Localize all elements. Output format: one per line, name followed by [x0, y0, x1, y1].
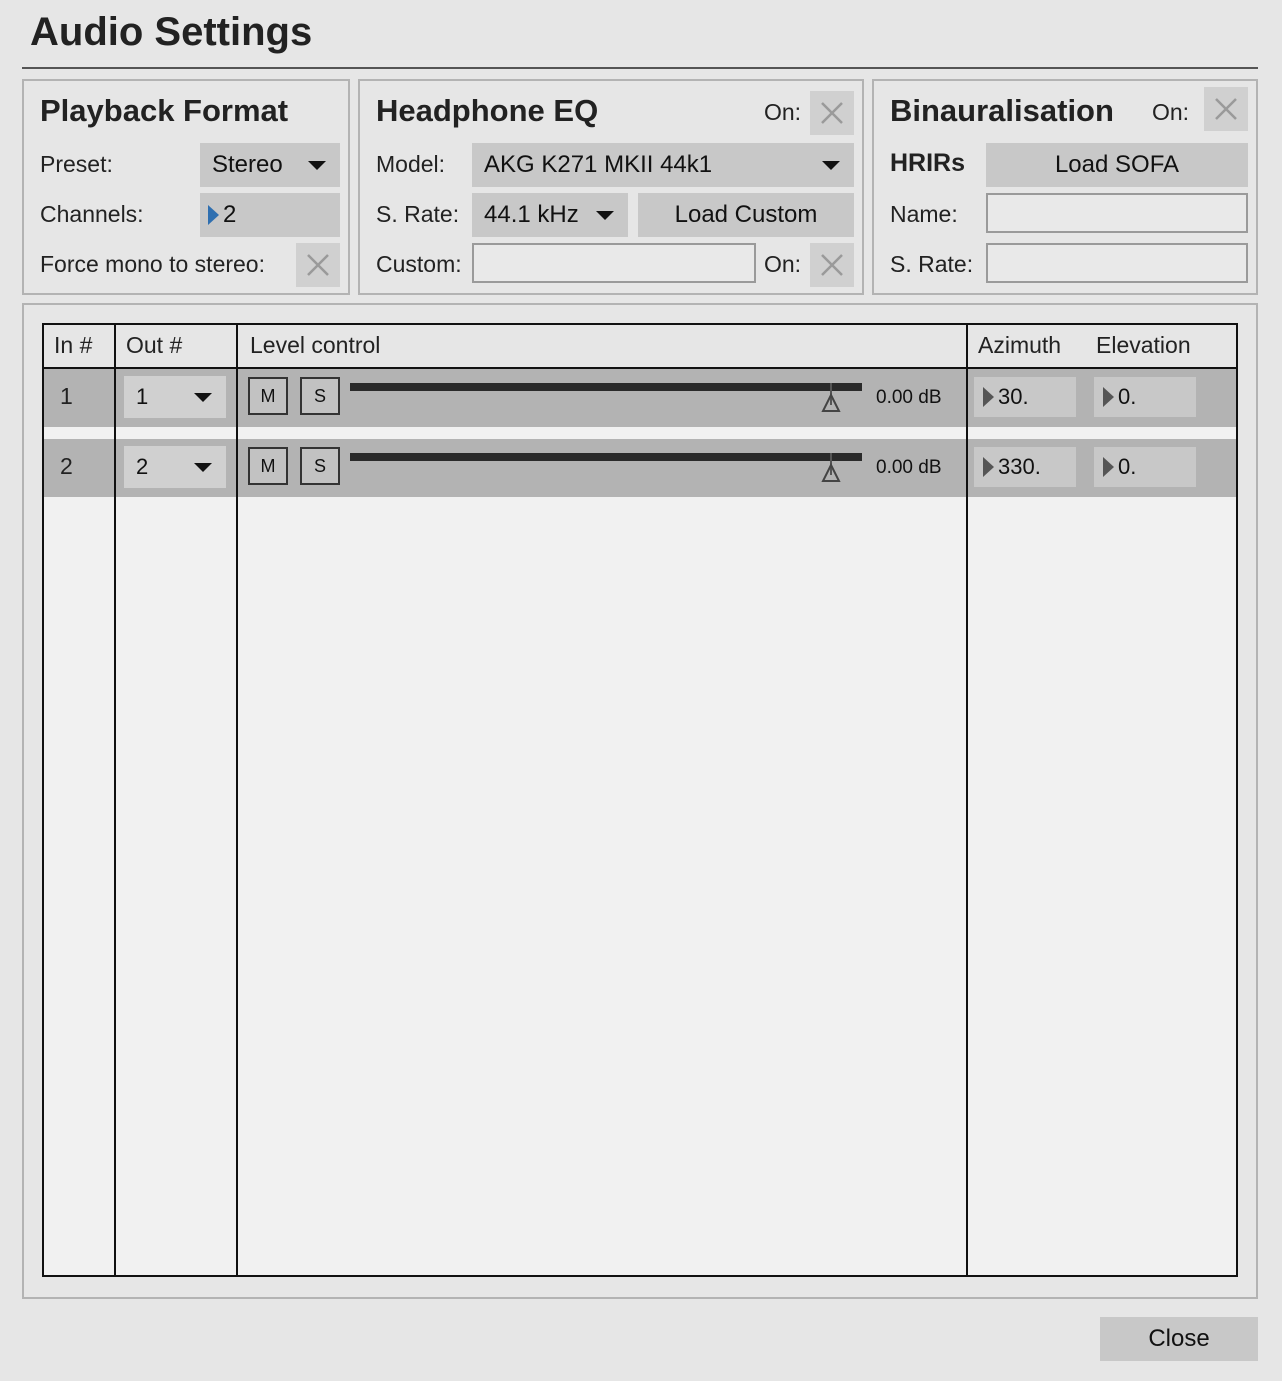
chevron-down-icon	[822, 161, 840, 170]
channel-table: In # Out # Level control Azimuth Elevati…	[42, 323, 1238, 1277]
header-out: Out #	[126, 332, 183, 358]
azimuth-number-box[interactable]: 30.	[974, 377, 1076, 417]
chevron-down-icon	[596, 211, 614, 220]
binauralisation-panel: Binauralisation On: HRIRs Load SOFA Name…	[872, 79, 1258, 295]
hrir-name-field[interactable]	[986, 193, 1248, 233]
column-divider	[114, 325, 116, 1275]
headphone-eq-on-toggle[interactable]	[810, 91, 854, 135]
close-icon	[307, 254, 329, 276]
close-icon	[1215, 98, 1237, 120]
chevron-down-icon	[194, 463, 212, 472]
custom-on-label: On:	[764, 251, 802, 277]
row-out-value: 1	[136, 384, 149, 409]
headphone-eq-on-label: On:	[764, 99, 802, 125]
binauralisation-on-toggle[interactable]	[1204, 87, 1248, 131]
preset-dropdown[interactable]: Stereo	[200, 143, 340, 187]
row-out-dropdown[interactable]: 1	[124, 376, 226, 418]
table-row: 1 1 M S 0.00 dB 30. 0.	[44, 369, 1236, 427]
play-arrow-icon	[1103, 457, 1114, 477]
header-level: Level control	[250, 332, 381, 358]
headphone-eq-panel: Headphone EQ On: Model: AKG K271 MKII 44…	[358, 79, 864, 295]
slider-marker-icon	[821, 393, 841, 412]
preset-value: Stereo	[212, 151, 283, 178]
azimuth-value: 330.	[998, 454, 1041, 479]
preset-label: Preset:	[40, 151, 113, 177]
mute-button[interactable]: M	[248, 447, 288, 485]
play-arrow-icon	[1103, 387, 1114, 407]
load-sofa-button[interactable]: Load SOFA	[986, 143, 1248, 187]
column-divider	[236, 325, 238, 1275]
headphone-srate-dropdown[interactable]: 44.1 kHz	[472, 193, 628, 237]
binauralisation-title: Binauralisation	[890, 93, 1114, 128]
play-arrow-icon	[208, 205, 219, 225]
play-arrow-icon	[983, 387, 994, 407]
elevation-value: 0.	[1118, 454, 1137, 479]
close-icon	[821, 102, 843, 124]
load-custom-button[interactable]: Load Custom	[638, 193, 854, 237]
playback-format-title: Playback Format	[40, 93, 289, 128]
row-in-number: 2	[60, 453, 73, 479]
header-azimuth: Azimuth	[978, 332, 1062, 358]
page-title: Audio Settings	[30, 10, 313, 54]
close-icon	[821, 254, 843, 276]
channels-label: Channels:	[40, 201, 144, 227]
force-mono-toggle[interactable]	[296, 243, 340, 287]
table-row: 2 2 M S 0.00 dB 330. 0.	[44, 439, 1236, 497]
title-divider	[22, 67, 1258, 69]
mute-button[interactable]: M	[248, 377, 288, 415]
chevron-down-icon	[194, 393, 212, 402]
solo-button[interactable]: S	[300, 377, 340, 415]
model-value: AKG K271 MKII 44k1	[484, 151, 713, 178]
headphone-srate-value: 44.1 kHz	[484, 201, 579, 228]
close-button[interactable]: Close	[1100, 1317, 1258, 1361]
custom-field[interactable]	[472, 243, 756, 283]
level-slider[interactable]	[350, 383, 862, 391]
column-divider	[966, 325, 968, 1275]
hrirs-label: HRIRs	[890, 149, 966, 177]
headphone-eq-title: Headphone EQ	[376, 93, 599, 128]
row-out-value: 2	[136, 454, 149, 479]
headphone-srate-label: S. Rate:	[376, 201, 460, 227]
table-header: In # Out # Level control Azimuth Elevati…	[44, 325, 1236, 369]
row-out-dropdown[interactable]: 2	[124, 446, 226, 488]
force-mono-label: Force mono to stereo:	[40, 251, 265, 277]
header-elevation: Elevation	[1096, 332, 1191, 358]
solo-button[interactable]: S	[300, 447, 340, 485]
elevation-number-box[interactable]: 0.	[1094, 447, 1196, 487]
hrir-srate-field[interactable]	[986, 243, 1248, 283]
elevation-value: 0.	[1118, 384, 1137, 409]
azimuth-number-box[interactable]: 330.	[974, 447, 1076, 487]
model-dropdown[interactable]: AKG K271 MKII 44k1	[472, 143, 854, 187]
header-in: In #	[54, 332, 93, 358]
playback-format-panel: Playback Format Preset: Stereo Channels:…	[22, 79, 350, 295]
hrir-name-label: Name:	[890, 201, 958, 227]
slider-marker-icon	[821, 463, 841, 482]
custom-on-toggle[interactable]	[810, 243, 854, 287]
level-db-readout: 0.00 dB	[876, 457, 942, 478]
row-in-number: 1	[60, 383, 73, 409]
channels-value: 2	[223, 201, 237, 228]
play-arrow-icon	[983, 457, 994, 477]
hrir-srate-label: S. Rate:	[890, 251, 974, 277]
chevron-down-icon	[308, 161, 326, 170]
custom-label: Custom:	[376, 251, 462, 277]
level-slider[interactable]	[350, 453, 862, 461]
channels-number-box[interactable]: 2	[200, 193, 340, 237]
azimuth-value: 30.	[998, 384, 1029, 409]
elevation-number-box[interactable]: 0.	[1094, 377, 1196, 417]
model-label: Model:	[376, 151, 446, 177]
level-db-readout: 0.00 dB	[876, 387, 942, 408]
binauralisation-on-label: On:	[1152, 99, 1190, 125]
